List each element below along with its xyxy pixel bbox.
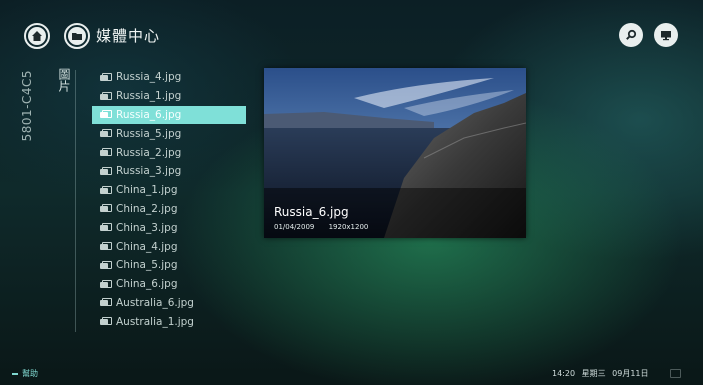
- file-list-item[interactable]: Russia_6.jpg: [92, 105, 246, 125]
- image-file-icon: [100, 166, 112, 176]
- file-name: China_2.jpg: [116, 202, 178, 215]
- image-file-icon: [100, 279, 112, 289]
- sidebar-divider: [75, 70, 76, 332]
- device-id-label: 5801-C4C5: [20, 70, 34, 142]
- file-list-item[interactable]: Russia_2.jpg: [92, 143, 246, 162]
- image-file-icon: [100, 110, 112, 119]
- file-name: Russia_2.jpg: [116, 146, 182, 159]
- file-name: China_6.jpg: [116, 278, 178, 291]
- screen-button[interactable]: [654, 23, 678, 47]
- minus-icon: [12, 372, 18, 375]
- file-name: China_5.jpg: [116, 259, 178, 272]
- file-list-item[interactable]: China_2.jpg: [92, 200, 246, 219]
- help-hint[interactable]: 幫助: [12, 368, 38, 379]
- file-list-item[interactable]: China_6.jpg: [92, 275, 246, 294]
- home-button[interactable]: [24, 23, 50, 49]
- image-file-icon: [100, 260, 112, 270]
- file-list-item[interactable]: Australia_6.jpg: [92, 294, 246, 313]
- file-name: Russia_5.jpg: [116, 127, 182, 140]
- clock-time: 14:20: [552, 369, 576, 378]
- status-clock: 14:20 星期三 09月11日: [552, 368, 649, 379]
- image-file-icon: [100, 185, 112, 195]
- file-list-item[interactable]: China_4.jpg: [92, 237, 246, 256]
- page-title: 媒體中心: [96, 27, 161, 45]
- file-list-item[interactable]: Russia_5.jpg: [92, 124, 246, 143]
- image-file-icon: [100, 223, 112, 232]
- preview-meta: 01/04/2009 1920x1200: [274, 223, 368, 231]
- file-name: Russia_3.jpg: [116, 165, 182, 178]
- preview-date: 01/04/2009: [274, 223, 315, 231]
- preview-resolution: 1920x1200: [328, 223, 369, 231]
- search-icon: [626, 29, 637, 40]
- search-button[interactable]: [619, 23, 643, 47]
- image-preview[interactable]: Russia_6.jpg 01/04/2009 1920x1200: [264, 68, 526, 238]
- file-name: Russia_1.jpg: [116, 90, 182, 103]
- image-file-icon: [100, 148, 112, 157]
- file-name: Australia_1.jpg: [116, 315, 194, 328]
- monitor-icon: [661, 31, 671, 41]
- image-file-icon: [100, 91, 112, 101]
- home-icon: [32, 31, 42, 41]
- file-list-item[interactable]: Russia_3.jpg: [92, 162, 246, 181]
- folder-button[interactable]: [64, 23, 90, 49]
- image-file-icon: [100, 204, 112, 213]
- image-file-icon: [100, 317, 112, 326]
- file-name: Russia_4.jpg: [116, 71, 182, 84]
- image-file-icon: [100, 129, 112, 138]
- file-name: Russia_6.jpg: [116, 108, 182, 121]
- file-list-item[interactable]: Russia_4.jpg: [92, 68, 246, 87]
- category-label[interactable]: 圖片: [56, 68, 73, 92]
- file-name: China_1.jpg: [116, 184, 178, 197]
- file-name: China_3.jpg: [116, 221, 178, 234]
- file-list-item[interactable]: China_3.jpg: [92, 218, 246, 237]
- preview-filename: Russia_6.jpg: [274, 205, 349, 219]
- image-file-icon: [100, 72, 112, 82]
- image-file-icon: [100, 298, 112, 307]
- clock-date: 09月11日: [612, 369, 649, 378]
- folder-icon: [72, 33, 82, 40]
- file-list-item[interactable]: Australia_1.jpg: [92, 312, 246, 331]
- status-indicator-icon: [670, 369, 681, 378]
- file-list: Russia_4.jpg Russia_1.jpg Russia_6.jpg Russ…: [92, 68, 246, 331]
- file-list-item[interactable]: China_1.jpg: [92, 181, 246, 200]
- media-center-screen: 媒體中心 5801-C4C5 圖片 Russia_4.jpg Russia_1.j…: [8, 8, 695, 379]
- file-list-item[interactable]: Russia_1.jpg: [92, 87, 246, 106]
- help-label: 幫助: [22, 369, 38, 378]
- file-name: Australia_6.jpg: [116, 296, 194, 309]
- clock-weekday: 星期三: [581, 369, 606, 378]
- file-name: China_4.jpg: [116, 240, 178, 253]
- file-list-item[interactable]: China_5.jpg: [92, 256, 246, 275]
- image-file-icon: [100, 242, 112, 251]
